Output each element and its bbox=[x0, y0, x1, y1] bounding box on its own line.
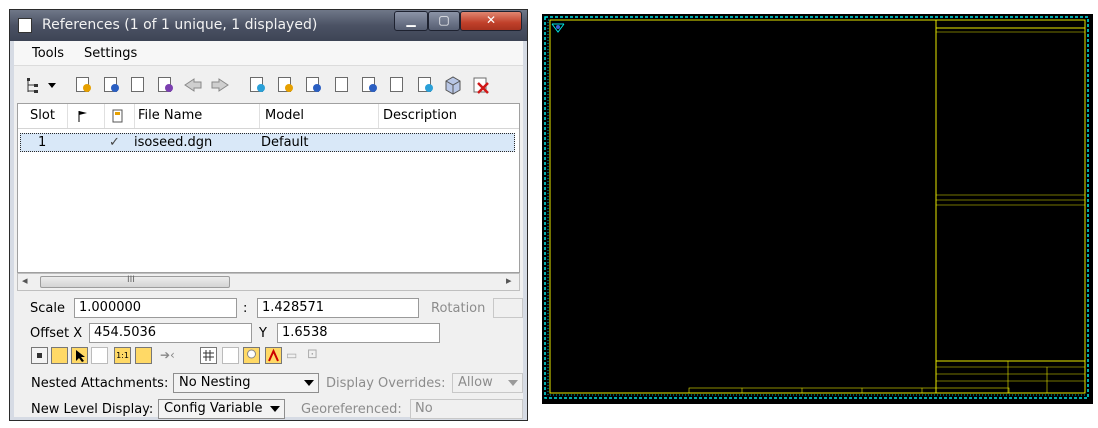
column-divider bbox=[134, 104, 135, 128]
move-reference-icon[interactable] bbox=[182, 74, 204, 96]
row-display-check[interactable]: ✓ bbox=[109, 135, 120, 150]
scroll-thumb[interactable]: III bbox=[40, 275, 230, 288]
use-lights-icon[interactable] bbox=[243, 347, 260, 364]
horizontal-scrollbar[interactable]: ◂ III ▸ bbox=[17, 273, 520, 291]
drawing-frame bbox=[549, 19, 1086, 394]
new-level-display-label: New Level Display: bbox=[31, 402, 154, 417]
title-bar[interactable]: References (1 of 1 unique, 1 displayed) … bbox=[10, 10, 527, 41]
column-divider bbox=[67, 104, 68, 128]
references-dialog: References (1 of 1 unique, 1 displayed) … bbox=[9, 9, 528, 421]
column-divider bbox=[104, 104, 105, 128]
georeferenced-label: Georeferenced: bbox=[301, 402, 402, 417]
window-title: References (1 of 1 unique, 1 displayed) bbox=[42, 17, 318, 33]
scale-x-input[interactable]: 1.000000 bbox=[74, 298, 237, 318]
drawing-sheet-svg bbox=[544, 16, 1089, 399]
treat-as-element-icon[interactable] bbox=[91, 347, 108, 364]
display-overrides-select: Allow bbox=[452, 373, 523, 393]
level-symbology-icon[interactable] bbox=[200, 347, 217, 364]
references-app-icon bbox=[18, 18, 32, 33]
chevron-down-icon bbox=[270, 406, 280, 412]
lock-icon[interactable]: ⊡ bbox=[307, 347, 323, 363]
list-tree-icon[interactable] bbox=[24, 74, 60, 96]
display-raster-icon[interactable]: ➔‹ bbox=[160, 348, 182, 364]
row-slot: 1 bbox=[38, 135, 47, 150]
clip-delete-icon[interactable] bbox=[414, 74, 436, 96]
new-level-display-value: Config Variable bbox=[164, 401, 263, 416]
delete-reference-icon[interactable] bbox=[470, 74, 492, 96]
table-row[interactable]: 1 ✓ isoseed.dgn Default bbox=[20, 133, 515, 152]
clip-mask-icon[interactable] bbox=[386, 74, 408, 96]
offset-x-label: Offset X bbox=[30, 326, 83, 341]
sheet-border bbox=[544, 16, 1089, 399]
display-icon[interactable] bbox=[31, 347, 48, 364]
scale-reference-icon[interactable] bbox=[246, 74, 268, 96]
column-file-name[interactable]: File Name bbox=[138, 108, 202, 123]
exchange-reference-icon[interactable] bbox=[154, 74, 176, 96]
scroll-grip: III bbox=[127, 275, 135, 285]
reference-list[interactable]: Slot File Name Model Description 1 ✓ iso… bbox=[17, 103, 520, 273]
nested-attachments-value: No Nesting bbox=[179, 375, 251, 390]
minimize-button[interactable]: ▁ bbox=[394, 11, 428, 31]
nested-attachments-label: Nested Attachments: bbox=[31, 376, 169, 391]
origin-dot bbox=[556, 25, 560, 29]
file-type-icon[interactable] bbox=[112, 109, 124, 126]
bottom-strip bbox=[688, 387, 1010, 394]
detach-reference-icon[interactable] bbox=[100, 74, 122, 96]
scroll-right-arrow[interactable]: ▸ bbox=[506, 274, 512, 287]
mirror-horizontal-icon[interactable] bbox=[302, 74, 324, 96]
close-button[interactable]: ✕ bbox=[460, 11, 522, 31]
tooltip-icon[interactable]: ▭ bbox=[286, 348, 302, 363]
georeferenced-input: No bbox=[410, 399, 523, 419]
menu-tools[interactable]: Tools bbox=[32, 46, 64, 61]
drawing-view[interactable] bbox=[542, 14, 1093, 404]
row-file-name: isoseed.dgn bbox=[134, 135, 213, 150]
nested-attachments-select[interactable]: No Nesting bbox=[173, 373, 319, 393]
new-level-display-select[interactable]: Config Variable bbox=[158, 399, 285, 419]
attach-reference-icon[interactable] bbox=[72, 74, 94, 96]
rotation-input bbox=[493, 298, 523, 318]
3d-box-icon[interactable] bbox=[442, 74, 464, 96]
menu-settings[interactable]: Settings bbox=[84, 46, 137, 61]
locate-icon[interactable] bbox=[71, 347, 88, 364]
column-slot[interactable]: Slot bbox=[30, 108, 55, 123]
reference-list-header: Slot File Name Model Description bbox=[18, 104, 519, 129]
maximize-button[interactable]: ▢ bbox=[428, 11, 460, 31]
ignore-attach-icon[interactable] bbox=[222, 347, 239, 364]
menu-bar: Tools Settings bbox=[14, 41, 523, 65]
flag-icon[interactable] bbox=[76, 109, 90, 126]
column-description[interactable]: Description bbox=[383, 108, 457, 123]
row-model: Default bbox=[261, 135, 309, 150]
copy-reference-icon[interactable] bbox=[209, 74, 231, 96]
sheet-border-inner bbox=[547, 19, 1086, 396]
chevron-down-icon bbox=[304, 380, 314, 386]
reload-reference-icon[interactable] bbox=[127, 74, 149, 96]
scale-line-styles-icon[interactable] bbox=[135, 347, 152, 364]
scale-y-input[interactable]: 1.428571 bbox=[257, 298, 419, 318]
scale-separator: : bbox=[243, 301, 248, 316]
offset-y-input[interactable]: 1.6538 bbox=[277, 323, 440, 343]
clip-boundary-icon[interactable] bbox=[358, 74, 380, 96]
scale-label: Scale bbox=[30, 301, 65, 316]
chevron-down-icon bbox=[508, 380, 518, 386]
rotation-label: Rotation bbox=[431, 301, 486, 316]
mirror-vertical-icon[interactable] bbox=[331, 74, 353, 96]
annotation-scale-icon[interactable] bbox=[265, 347, 282, 364]
reference-toolbar bbox=[14, 65, 523, 104]
scroll-left-arrow[interactable]: ◂ bbox=[22, 274, 28, 287]
title-block-column bbox=[935, 19, 1086, 394]
column-model[interactable]: Model bbox=[265, 108, 304, 123]
true-scale-icon[interactable]: 1:1 bbox=[114, 347, 131, 364]
display-overrides-label: Display Overrides: bbox=[326, 376, 446, 391]
offset-x-input[interactable]: 454.5036 bbox=[89, 323, 252, 343]
column-divider bbox=[378, 104, 379, 128]
rotate-reference-icon[interactable] bbox=[274, 74, 296, 96]
display-overrides-value: Allow bbox=[458, 375, 493, 390]
dialog-client-area: Tools Settings Slot File Name Model Desc… bbox=[14, 41, 523, 419]
snap-icon[interactable] bbox=[51, 347, 68, 364]
offset-y-label: Y bbox=[259, 326, 267, 341]
column-divider bbox=[259, 104, 260, 128]
